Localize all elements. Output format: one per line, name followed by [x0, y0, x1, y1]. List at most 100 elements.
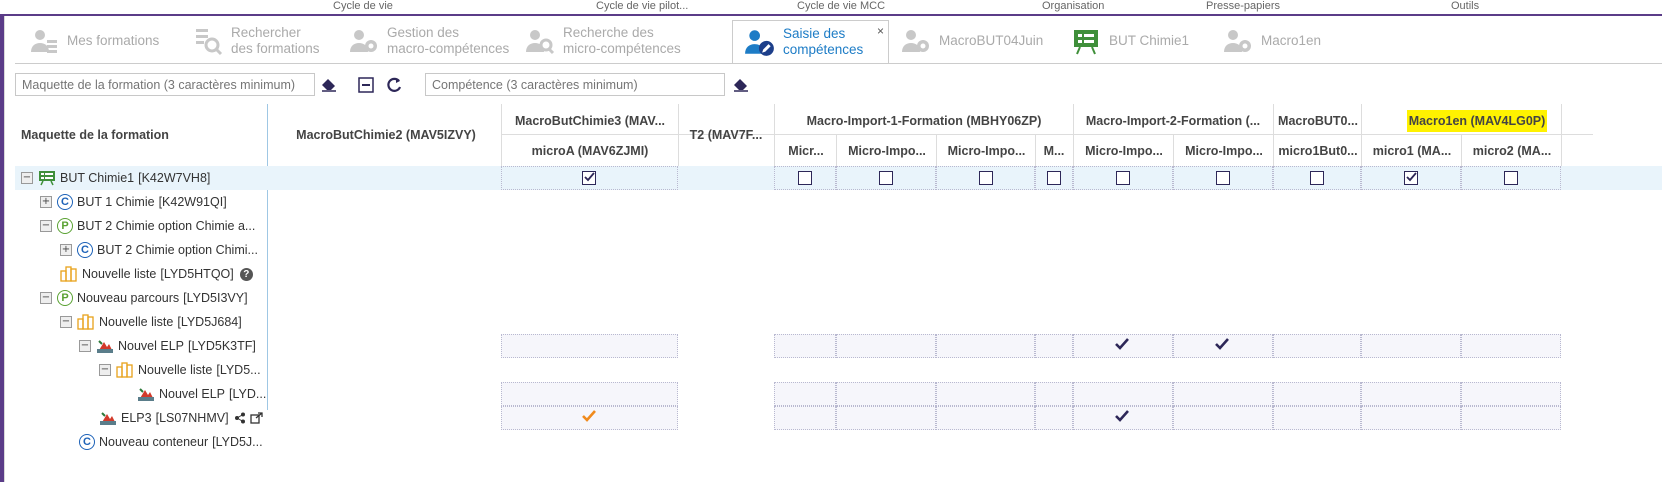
- micro-header[interactable]: Micr...: [778, 144, 834, 158]
- competence-search-input[interactable]: [425, 73, 725, 96]
- macro-header[interactable]: Macro1en (MAV4LG0P): [1365, 114, 1589, 128]
- micro-header[interactable]: Micro-Impo...: [840, 144, 934, 158]
- tree-node[interactable]: − BUT Chimie1 [K42W7VH8]: [15, 166, 210, 190]
- checkbox[interactable]: [1116, 171, 1130, 185]
- micro-header[interactable]: M...: [1037, 144, 1071, 158]
- menu-cycle-de-vie-mcc[interactable]: Cycle de vie MCC: [797, 0, 885, 12]
- elp-icon: [99, 410, 117, 426]
- micro-header[interactable]: micro1 (MA...: [1365, 144, 1459, 158]
- users-search-icon: [523, 24, 557, 58]
- tab-gestion-macro[interactable]: Gestion des macro-compétences: [347, 18, 509, 63]
- tree-column-separator: [267, 104, 268, 410]
- tab-macro1en[interactable]: Macro1en: [1221, 18, 1321, 63]
- list-icon: [77, 314, 95, 330]
- tree-node[interactable]: Nouvel ELP [LYD...: [15, 382, 266, 406]
- share-icon[interactable]: [234, 412, 246, 424]
- tree-node[interactable]: Nouvelle liste [LYD5HTQO] ?: [15, 262, 253, 286]
- checkbox[interactable]: [1047, 171, 1061, 185]
- collapse-toggle[interactable]: −: [60, 316, 72, 328]
- checkbox[interactable]: [979, 171, 993, 185]
- col-sep: [836, 134, 837, 166]
- expand-toggle[interactable]: +: [40, 196, 52, 208]
- tree-node[interactable]: − Nouvelle liste [LYD5J684]: [15, 310, 242, 334]
- eraser-icon[interactable]: [319, 75, 339, 95]
- top-menu: Cycle de vie Cycle de vie pilot... Cycle…: [0, 0, 1662, 16]
- col-sep: [501, 104, 502, 166]
- help-icon[interactable]: ?: [239, 267, 253, 281]
- eraser-icon[interactable]: [731, 75, 751, 95]
- tab-but-chimie1[interactable]: BUT Chimie1: [1069, 18, 1189, 63]
- menu-cycle-de-vie[interactable]: Cycle de vie: [333, 0, 393, 12]
- micro-header[interactable]: Micro-Impo...: [1077, 144, 1171, 158]
- macro-header[interactable]: MacroButChimie3 (MAV...: [505, 114, 675, 128]
- macro-header[interactable]: MacroBUT0...: [1277, 114, 1359, 128]
- user-list-icon: [27, 24, 61, 58]
- tab-recherche-micro[interactable]: Recherche des micro-compétences: [523, 18, 681, 63]
- grid-cell: [936, 406, 1035, 430]
- collapse-toggle[interactable]: −: [40, 292, 52, 304]
- tree-node-label: Nouveau conteneur: [99, 435, 209, 449]
- grid-cell: [1035, 406, 1073, 430]
- macro-header[interactable]: Macro-Import-1-Formation (MBHY06ZP): [778, 114, 1070, 128]
- tree-node[interactable]: + C BUT 1 Chimie [K42W91QI]: [15, 190, 227, 214]
- checkbox[interactable]: [879, 171, 893, 185]
- tree-node-label: Nouvel ELP: [159, 387, 226, 401]
- grid-cell: [501, 334, 678, 358]
- tree-node[interactable]: C Nouveau conteneur [LYD5J...: [15, 430, 263, 454]
- tab-label-line2: des formations: [231, 40, 320, 56]
- collapse-toggle[interactable]: −: [79, 340, 91, 352]
- menu-outils[interactable]: Outils: [1451, 0, 1479, 12]
- list-icon: [116, 362, 134, 378]
- list-icon: [60, 266, 78, 282]
- check-mark-icon: [1214, 337, 1230, 355]
- grid-cell: [1035, 334, 1073, 358]
- menu-cycle-de-vie-pilot[interactable]: Cycle de vie pilot...: [596, 0, 688, 12]
- checkbox[interactable]: [1310, 171, 1324, 185]
- micro-header[interactable]: micro2 (MA...: [1465, 144, 1559, 158]
- checkbox[interactable]: [1504, 171, 1518, 185]
- tab-saisie-competences[interactable]: Saisie des compétences ×: [732, 20, 889, 63]
- tree-node[interactable]: − P BUT 2 Chimie option Chimie a...: [15, 214, 255, 238]
- collapse-toggle[interactable]: −: [21, 172, 33, 184]
- tab-close-button[interactable]: ×: [877, 23, 884, 39]
- collapse-toggle[interactable]: −: [40, 220, 52, 232]
- macro-header[interactable]: MacroButChimie2 (MAV5IZVY): [277, 128, 495, 142]
- tree-node[interactable]: − P Nouveau parcours [LYD5I3VY]: [15, 286, 248, 310]
- macro-header[interactable]: Macro-Import-2-Formation (...: [1077, 114, 1269, 128]
- badge-p-icon: P: [57, 290, 73, 306]
- tab-mes-formations[interactable]: Mes formations: [27, 18, 159, 63]
- checkbox-checked[interactable]: [582, 171, 596, 185]
- tree-node[interactable]: + C BUT 2 Chimie option Chimi...: [15, 238, 258, 262]
- tab-label: Mes formations: [67, 32, 160, 48]
- badge-p-icon: P: [57, 218, 73, 234]
- grid-cell: [501, 382, 678, 406]
- formation-search-input[interactable]: [15, 73, 315, 96]
- checkbox[interactable]: [1216, 171, 1230, 185]
- collapse-icon[interactable]: [356, 75, 376, 95]
- menu-organisation[interactable]: Organisation: [1042, 0, 1104, 12]
- checkbox-checked[interactable]: [1404, 171, 1418, 185]
- grid-cell: [1073, 382, 1173, 406]
- checkbox[interactable]: [798, 171, 812, 185]
- expand-toggle[interactable]: +: [60, 244, 72, 256]
- tree-node[interactable]: ELP3 [LS07NHMV]: [15, 406, 263, 430]
- micro-header[interactable]: Micro-Impo...: [940, 144, 1033, 158]
- col-sep: [1173, 134, 1174, 166]
- micro-header[interactable]: micro1But0...: [1277, 144, 1359, 158]
- refresh-icon[interactable]: [384, 75, 404, 95]
- tree-node[interactable]: − Nouvel ELP [LYD5K3TF]: [15, 334, 256, 358]
- tab-macrobut04juin[interactable]: MacroBUT04Juin: [899, 18, 1043, 63]
- tree-node[interactable]: − Nouvelle liste [LYD5...: [15, 358, 261, 382]
- micro-header[interactable]: Micro-Impo...: [1177, 144, 1271, 158]
- grid-cell: [1361, 382, 1461, 406]
- menu-presse-papiers[interactable]: Presse-papiers: [1206, 0, 1280, 12]
- grid-cell: [1461, 382, 1561, 406]
- grid-cell: [774, 382, 836, 406]
- external-link-icon[interactable]: [249, 412, 263, 424]
- tab-rechercher-formations[interactable]: Rechercher des formations: [191, 18, 320, 63]
- micro-header[interactable]: microA (MAV6ZJMI): [505, 144, 675, 158]
- grid-cell: [1461, 406, 1561, 430]
- collapse-toggle[interactable]: −: [99, 364, 111, 376]
- macro-header[interactable]: T2 (MAV7F...: [682, 128, 770, 142]
- grid-cell: [936, 382, 1035, 406]
